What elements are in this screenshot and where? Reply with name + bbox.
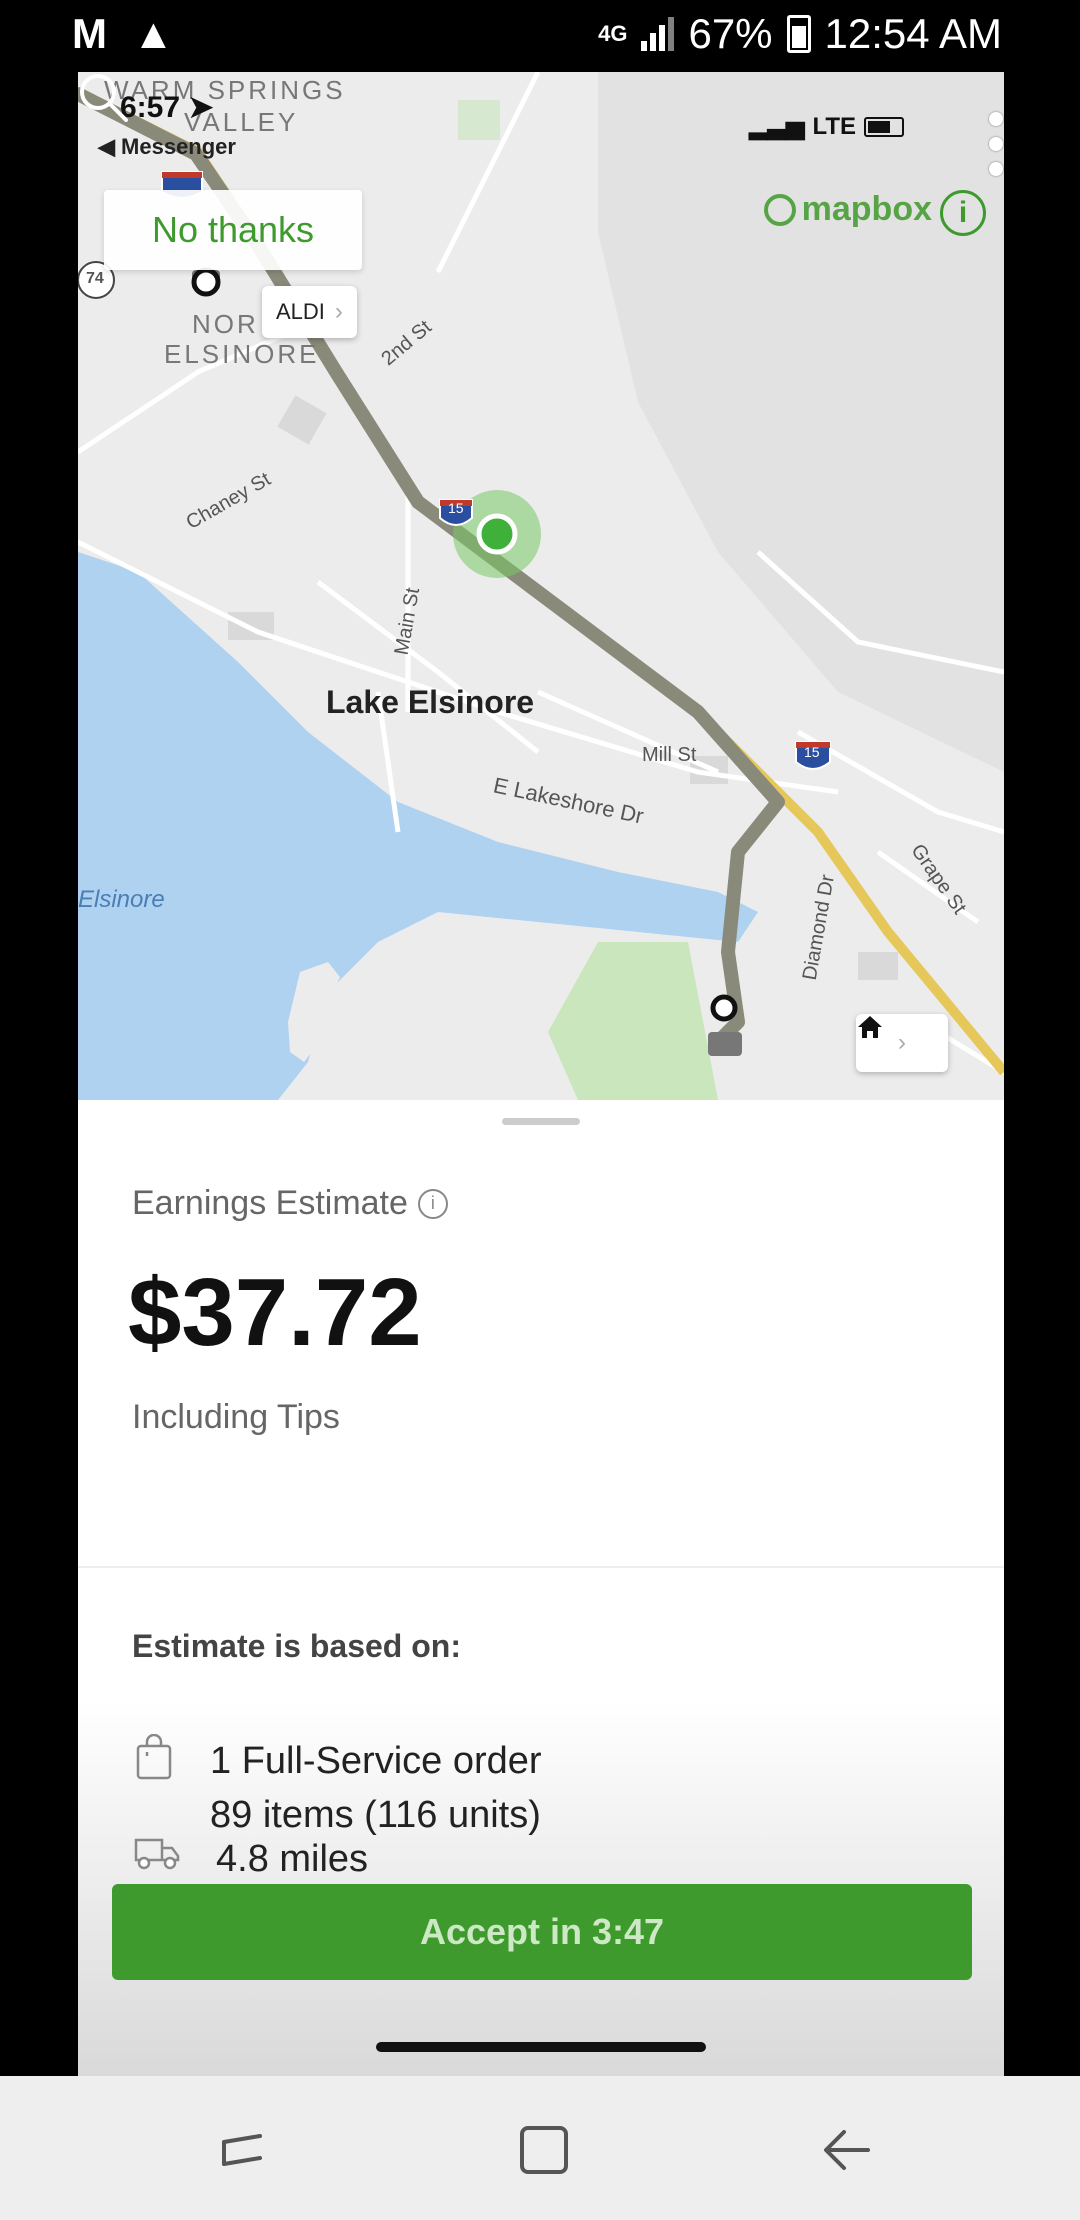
distance-value: 4.8 miles bbox=[216, 1838, 369, 1880]
mapbox-mark-icon bbox=[763, 193, 796, 226]
shopping-bag-icon bbox=[136, 1734, 172, 1780]
signal-icon bbox=[641, 17, 675, 51]
more-options-icon[interactable] bbox=[986, 112, 1004, 176]
location-arrow-icon: ➤ bbox=[188, 91, 214, 124]
street-label: Mill St bbox=[642, 744, 697, 766]
chevron-right-icon: › bbox=[898, 1029, 906, 1056]
search-icon[interactable] bbox=[78, 72, 128, 122]
earnings-amount: $37.72 bbox=[128, 1259, 422, 1366]
warning-icon: ▲ bbox=[132, 10, 179, 57]
current-location-dot bbox=[476, 513, 518, 555]
including-tips-label: Including Tips bbox=[132, 1398, 340, 1436]
interstate-label: 15 bbox=[804, 744, 820, 760]
back-icon[interactable] bbox=[818, 2120, 878, 2180]
system-status-bar: M ▲ 4G 67% 12:54 AM bbox=[0, 0, 1080, 72]
home-icon bbox=[858, 1016, 882, 1038]
home-button-icon[interactable] bbox=[514, 2120, 574, 2180]
store-chip[interactable]: ALDI › bbox=[262, 286, 357, 338]
lake-label: Elsinore bbox=[78, 886, 165, 913]
inner-signal-icon: ▂▃▅ bbox=[749, 113, 805, 140]
destination-pin bbox=[710, 994, 738, 1022]
battery-percent: 67% bbox=[688, 10, 773, 57]
earnings-estimate-label: Earnings Estimate i bbox=[132, 1184, 448, 1223]
block-shape bbox=[858, 952, 898, 980]
back-to-messenger[interactable]: ◀ Messenger bbox=[98, 134, 236, 160]
area-label: ELSINORE bbox=[164, 339, 320, 369]
earnings-sheet: Earnings Estimate i $37.72 Including Tip… bbox=[78, 1100, 1004, 2076]
area-label: NOR bbox=[192, 309, 259, 339]
inner-network: ▂▃▅ LTE bbox=[749, 112, 904, 141]
recent-apps-icon[interactable] bbox=[214, 2120, 274, 2180]
delivery-truck-icon bbox=[134, 1838, 180, 1870]
park-area bbox=[458, 100, 500, 140]
route-74-label: 74 bbox=[86, 270, 104, 287]
city-label: Lake Elsinore bbox=[326, 684, 535, 720]
map-view[interactable]: WARM SPRINGS VALLEY NOR ELSINORE 2nd St … bbox=[78, 72, 1004, 1100]
carrier-icon: M ▲ bbox=[72, 10, 179, 57]
accept-button[interactable]: Accept in 3:47 bbox=[112, 1884, 972, 1980]
navigation-bar bbox=[0, 2076, 1080, 2220]
home-indicator[interactable] bbox=[376, 2042, 706, 2052]
divider bbox=[78, 1566, 1004, 1568]
clock: 12:54 AM bbox=[824, 10, 1002, 57]
status-right: 4G 67% 12:54 AM bbox=[598, 10, 1002, 58]
order-type: 1 Full-Service order bbox=[210, 1740, 542, 1782]
no-thanks-button[interactable]: No thanks bbox=[104, 190, 362, 270]
chevron-right-icon: › bbox=[334, 298, 343, 325]
map-info-icon[interactable]: i bbox=[940, 190, 986, 236]
interstate-label: 15 bbox=[448, 500, 464, 516]
block-shape bbox=[277, 395, 327, 445]
store-pin bbox=[191, 267, 221, 297]
inner-clock: 6:57 ➤ bbox=[120, 91, 214, 124]
destination-pin-body bbox=[708, 1032, 742, 1056]
mapbox-logo: mapbox bbox=[763, 190, 932, 229]
inner-battery-icon bbox=[864, 116, 904, 137]
order-row: 1 Full-Service order 89 items (116 units… bbox=[132, 1734, 542, 1842]
hills-shade bbox=[598, 72, 1004, 772]
park-area bbox=[548, 942, 718, 1100]
app-screen: WARM SPRINGS VALLEY NOR ELSINORE 2nd St … bbox=[78, 72, 1004, 2076]
estimate-basis-heading: Estimate is based on: bbox=[132, 1628, 461, 1664]
sheet-drag-handle[interactable] bbox=[502, 1118, 580, 1125]
battery-icon bbox=[786, 15, 811, 53]
home-chip[interactable]: › bbox=[856, 1014, 948, 1072]
network-type: 4G bbox=[598, 21, 628, 46]
distance-row: 4.8 miles bbox=[132, 1832, 368, 1886]
info-icon[interactable]: i bbox=[417, 1188, 448, 1219]
order-details: 1 Full-Service order 89 items (116 units… bbox=[210, 1734, 542, 1842]
